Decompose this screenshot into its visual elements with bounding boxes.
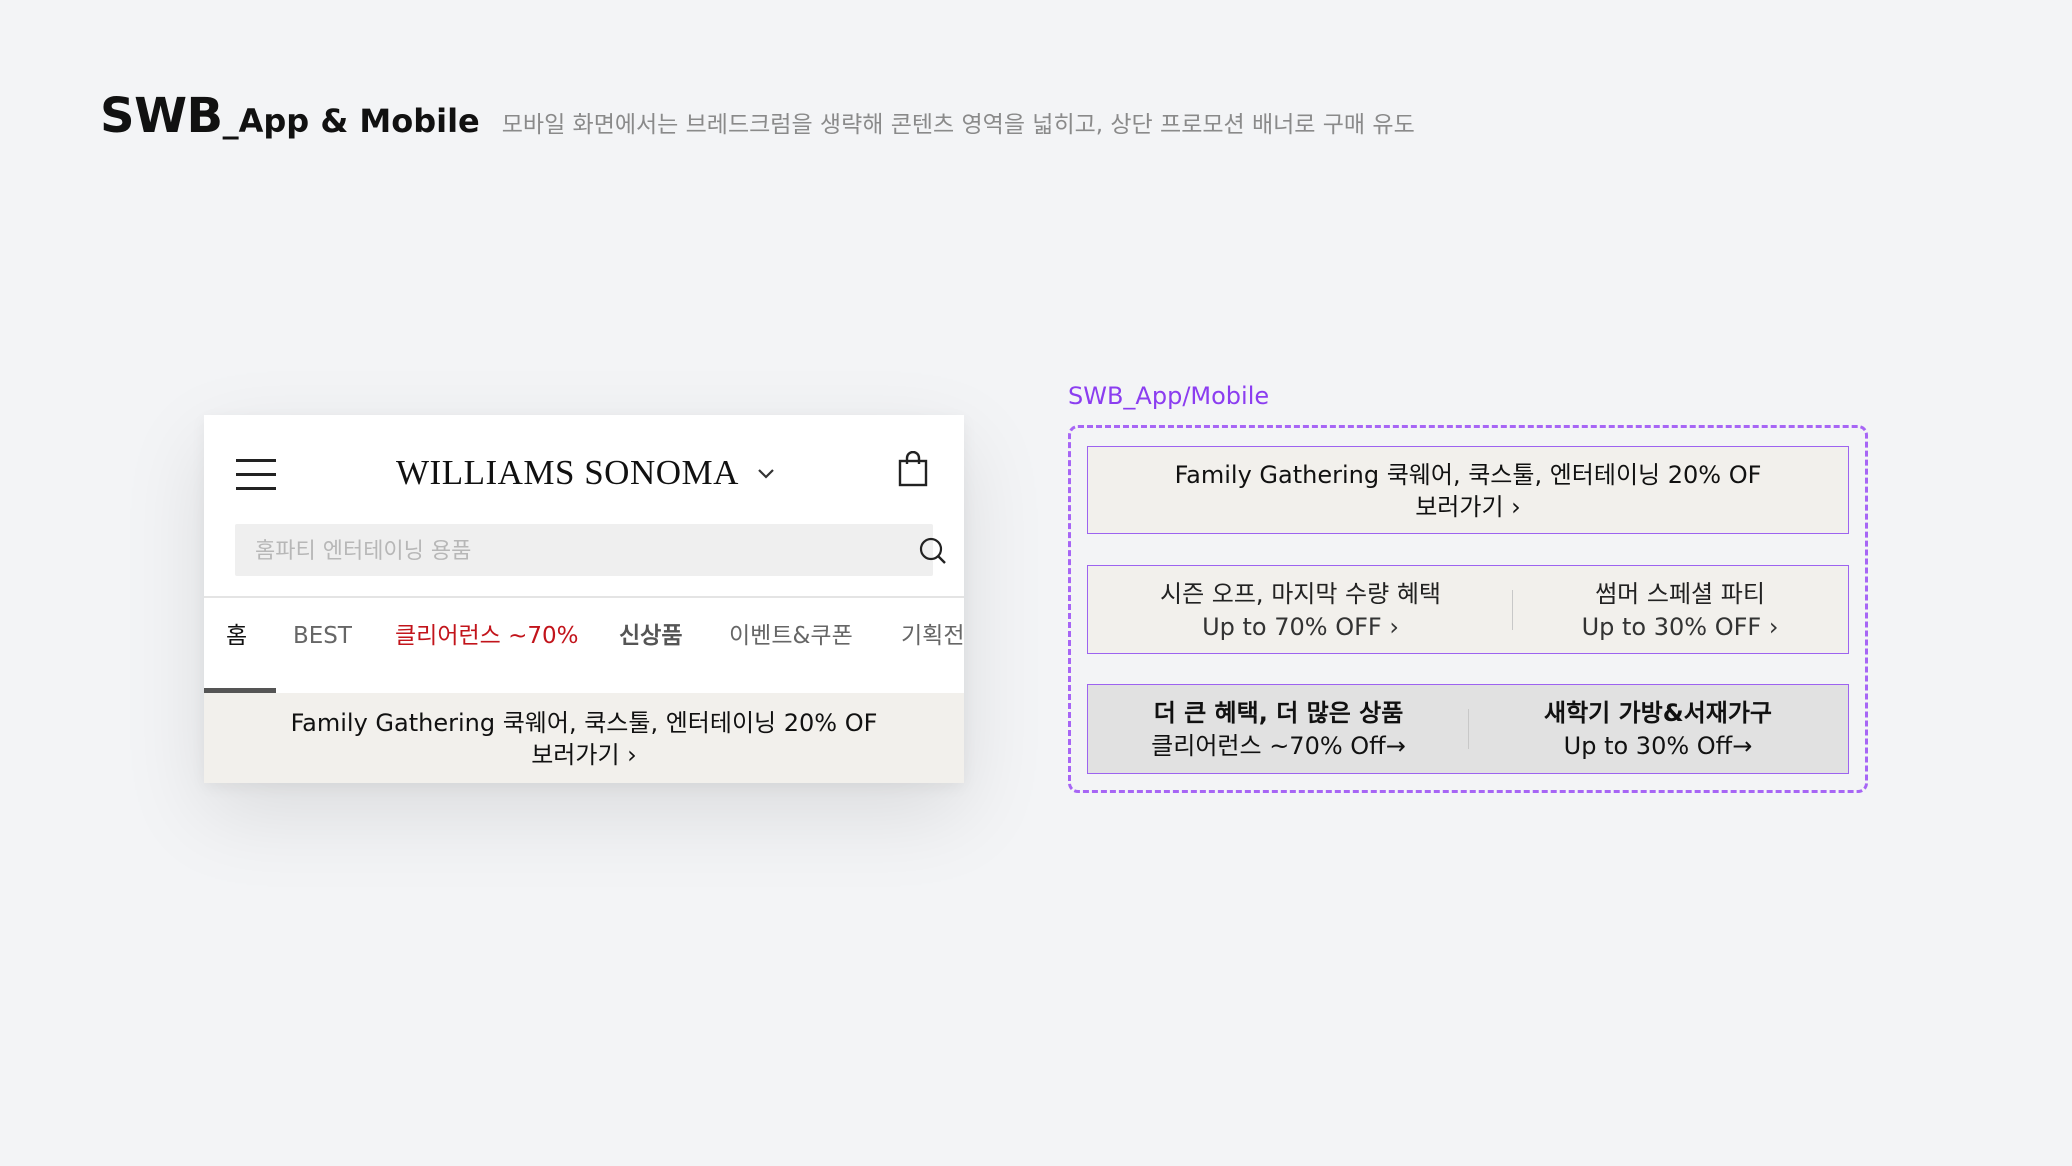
banner-variant-two-column: 시즌 오프, 마지막 수량 혜택 Up to 70% OFF › 썸머 스페셜 …: [1087, 565, 1849, 654]
promo-link[interactable]: 보러가기 ›: [204, 739, 964, 771]
mobile-screen-mockup: WILLIAMS SONOMA 홈 BEST 클리어런스 ~70% 신상품 이벤…: [204, 415, 964, 783]
tab-clearance[interactable]: 클리어런스 ~70%: [395, 598, 579, 691]
banner-column-link[interactable]: 클리어런스 ~70% Off→: [1088, 729, 1469, 763]
search-input[interactable]: [235, 524, 857, 578]
promo-title: Family Gathering 쿡웨어, 쿡스툴, 엔터테이닝 20% OF: [290, 709, 878, 737]
banner-column-link[interactable]: Up to 30% Off→: [1469, 729, 1847, 763]
banner-title: Family Gathering 쿡웨어, 쿡스툴, 엔터테이닝 20% OF: [1174, 461, 1762, 489]
banner-column-link[interactable]: Up to 70% OFF ›: [1088, 610, 1513, 644]
banner-variant-single[interactable]: Family Gathering 쿡웨어, 쿡스툴, 엔터테이닝 20% OF …: [1087, 446, 1849, 534]
banner-column-left[interactable]: 더 큰 혜택, 더 많은 상품 클리어런스 ~70% Off→: [1088, 685, 1469, 773]
tab-events-coupons[interactable]: 이벤트&쿠폰: [729, 598, 853, 691]
banner-column-right[interactable]: 썸머 스페셜 파티 Up to 30% OFF ›: [1513, 566, 1847, 653]
tab-home[interactable]: 홈: [226, 598, 247, 691]
hamburger-menu-icon[interactable]: [236, 459, 276, 491]
search-bar: [235, 524, 946, 578]
page-description: 모바일 화면에서는 브레드크럼을 생략해 콘텐츠 영역을 넓히고, 상단 프로모…: [501, 112, 1415, 138]
brand-logo: WILLIAMS SONOMA: [396, 453, 739, 492]
banner-variant-two-column-gray: 더 큰 혜택, 더 많은 상품 클리어런스 ~70% Off→ 새학기 가방&서…: [1087, 684, 1849, 774]
tab-best[interactable]: BEST: [293, 598, 352, 691]
banner-column-title: 썸머 스페셜 파티: [1595, 580, 1765, 608]
spec-label: SWB_App/Mobile: [1068, 382, 1270, 410]
tab-special-exhibitions[interactable]: 기획전: [901, 598, 964, 691]
promo-banner[interactable]: Family Gathering 쿡웨어, 쿡스툴, 엔터테이닝 20% OF …: [204, 693, 964, 783]
page-header: SWB _App & Mobile 모바일 화면에서는 브레드크럼을 생략해 콘텐…: [100, 88, 1415, 144]
banner-column-title: 새학기 가방&서재가구: [1543, 699, 1772, 727]
banner-column-left[interactable]: 시즌 오프, 마지막 수량 혜택 Up to 70% OFF ›: [1088, 566, 1513, 653]
banner-column-right[interactable]: 새학기 가방&서재가구 Up to 30% Off→: [1469, 685, 1847, 773]
brand-selector[interactable]: WILLIAMS SONOMA: [396, 453, 777, 493]
banner-column-title: 더 큰 혜택, 더 많은 상품: [1153, 699, 1404, 727]
banner-column-link[interactable]: Up to 30% OFF ›: [1513, 610, 1847, 644]
chevron-down-icon: [758, 469, 774, 479]
page-title: SWB: [100, 88, 223, 144]
tab-new-arrivals[interactable]: 신상품: [619, 598, 682, 691]
search-icon[interactable]: [918, 536, 948, 566]
shopping-bag-icon[interactable]: [898, 451, 928, 487]
banner-column-title: 시즌 오프, 마지막 수량 혜택: [1159, 580, 1442, 608]
category-tabs: 홈 BEST 클리어런스 ~70% 신상품 이벤트&쿠폰 기획전: [204, 598, 964, 691]
page-title-sub: _App & Mobile: [222, 102, 480, 140]
banner-link[interactable]: 보러가기 ›: [1088, 491, 1848, 523]
